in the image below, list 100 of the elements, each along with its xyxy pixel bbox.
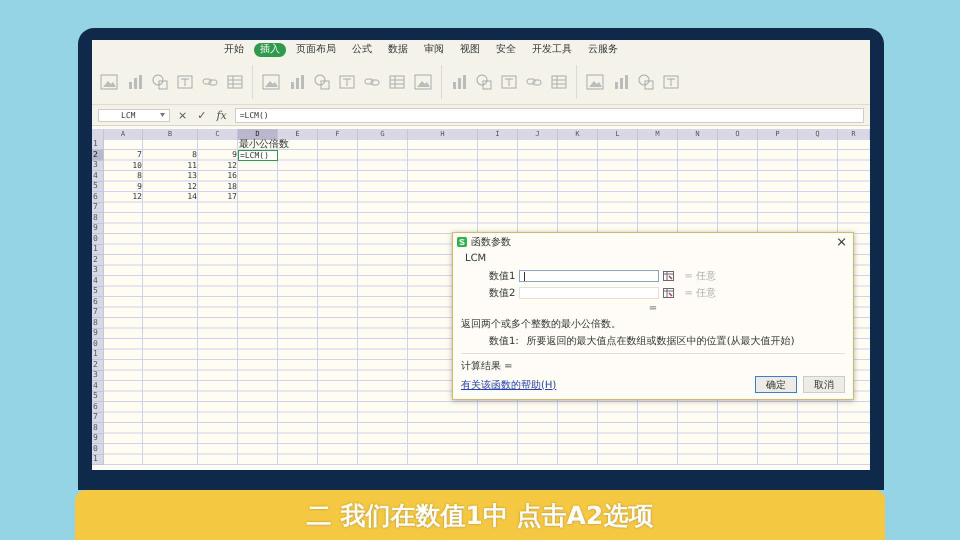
table-cell-text: 8 bbox=[136, 171, 143, 182]
grid-arrow-icon[interactable] bbox=[663, 288, 674, 298]
row-header[interactable]: 0 bbox=[92, 339, 104, 350]
row-header[interactable]: 3 bbox=[92, 266, 104, 276]
table-cell-text: 9 bbox=[231, 150, 238, 160]
result-label: 计算结果 = bbox=[461, 360, 514, 373]
table-cell-text: 16 bbox=[226, 171, 238, 182]
select-all-button[interactable] bbox=[92, 129, 104, 140]
row-header[interactable]: 7 bbox=[92, 308, 104, 318]
table-cell-text: 11 bbox=[186, 160, 198, 171]
menu-tab[interactable]: 视图 bbox=[454, 43, 486, 57]
row-header[interactable]: 0 bbox=[92, 444, 104, 454]
argument-description: 所要返回的最大值点在数组或数据区中的位置(从最大值开始) bbox=[526, 334, 795, 348]
formula-field[interactable]: =LCM() bbox=[234, 108, 864, 122]
result-preview: = bbox=[648, 303, 658, 314]
row-header[interactable]: 4 bbox=[92, 171, 104, 182]
chart-icon[interactable] bbox=[127, 74, 143, 90]
menu-tab[interactable]: 插入 bbox=[254, 43, 286, 57]
chart-icon[interactable] bbox=[613, 74, 629, 90]
row-header[interactable]: 6 bbox=[92, 402, 104, 412]
table-icon[interactable] bbox=[389, 74, 405, 90]
row-header[interactable]: 2 bbox=[92, 255, 104, 266]
row-header[interactable]: 1 bbox=[92, 140, 104, 150]
table-cell-text: 14 bbox=[186, 192, 198, 202]
table-icon[interactable] bbox=[551, 74, 567, 90]
menu-tab[interactable]: 审阅 bbox=[418, 43, 450, 57]
row-header[interactable]: 1 bbox=[92, 454, 104, 465]
argument-label: 数值1: bbox=[489, 335, 519, 348]
shape-icon[interactable] bbox=[152, 74, 168, 90]
app-icon bbox=[457, 237, 467, 247]
cancel-button[interactable]: × bbox=[176, 108, 190, 122]
caret-icon[interactable] bbox=[160, 113, 165, 117]
dialog-title: 函数参数 bbox=[471, 236, 512, 249]
argument-value: = 任意 bbox=[684, 270, 716, 283]
row-header[interactable]: 5 bbox=[92, 392, 104, 402]
close-button[interactable]: × bbox=[834, 236, 849, 248]
table-cell-text: 9 bbox=[136, 182, 143, 192]
text-box-icon[interactable] bbox=[177, 74, 193, 90]
row-header[interactable]: 7 bbox=[92, 412, 104, 423]
picture-icon[interactable] bbox=[262, 74, 280, 90]
menu-tab[interactable]: 公式 bbox=[346, 43, 378, 57]
text-box-icon[interactable] bbox=[663, 74, 679, 90]
picture-icon[interactable] bbox=[586, 74, 604, 90]
text-box-icon[interactable] bbox=[339, 74, 355, 90]
text-box-icon[interactable] bbox=[501, 74, 517, 90]
table-icon[interactable] bbox=[227, 74, 243, 90]
row-header[interactable]: 1 bbox=[92, 350, 104, 360]
argument-label: 数值1 bbox=[489, 270, 516, 283]
insert-function-button[interactable]: fx bbox=[214, 108, 229, 122]
row-header[interactable]: 6 bbox=[92, 192, 104, 202]
row-header[interactable]: 3 bbox=[92, 370, 104, 381]
row-header[interactable]: 8 bbox=[92, 213, 104, 224]
row-header[interactable]: 2 bbox=[92, 150, 104, 160]
table-cell-text: 7 bbox=[136, 150, 143, 160]
shape-icon[interactable] bbox=[638, 74, 654, 90]
row-header[interactable]: 8 bbox=[92, 318, 104, 328]
row-header[interactable]: 6 bbox=[92, 297, 104, 308]
table-cell-text: 13 bbox=[186, 171, 198, 182]
confirm-button[interactable]: ✓ bbox=[195, 108, 208, 122]
row-header[interactable]: 7 bbox=[92, 202, 104, 213]
row-header[interactable]: 9 bbox=[92, 434, 104, 444]
shape-icon[interactable] bbox=[314, 74, 330, 90]
menu-tab[interactable]: 云服务 bbox=[582, 43, 624, 57]
table-cell: =LCM() bbox=[238, 150, 278, 160]
row-header[interactable]: 4 bbox=[92, 276, 104, 286]
subtitle: 二 我们在数值1中 点击A2选项 bbox=[306, 500, 654, 532]
row-header[interactable]: 9 bbox=[92, 328, 104, 339]
menu-tab[interactable]: 开发工具 bbox=[526, 43, 578, 57]
menu-tab[interactable]: 页面布局 bbox=[290, 43, 342, 57]
name-box[interactable]: LCM bbox=[98, 108, 170, 122]
function-name: LCM bbox=[464, 253, 488, 264]
help-link[interactable]: 有关该函数的帮助(H) bbox=[461, 378, 749, 392]
grid-arrow-icon[interactable] bbox=[663, 271, 674, 281]
chart-icon[interactable] bbox=[451, 74, 467, 90]
row-header[interactable]: 3 bbox=[92, 160, 104, 171]
dialog-button[interactable]: 确定 bbox=[755, 376, 797, 393]
picture-icon[interactable] bbox=[414, 74, 432, 90]
table-cell-text: 12 bbox=[186, 182, 198, 192]
picture-icon[interactable] bbox=[100, 74, 118, 90]
dialog-button[interactable]: 取消 bbox=[803, 376, 845, 393]
row-header[interactable]: 4 bbox=[92, 381, 104, 392]
table-cell-text: 8 bbox=[191, 150, 198, 160]
table-cell-text: 10 bbox=[131, 160, 143, 171]
shape-icon[interactable] bbox=[476, 74, 492, 90]
chart-icon[interactable] bbox=[289, 74, 305, 90]
table-cell-text: 12 bbox=[131, 192, 143, 202]
row-header[interactable]: 8 bbox=[92, 423, 104, 434]
row-header[interactable]: 0 bbox=[92, 234, 104, 244]
function-description: 返回两个或多个整数的最小公倍数。 bbox=[461, 318, 622, 331]
row-header[interactable]: 9 bbox=[92, 224, 104, 234]
table-cell-text: 12 bbox=[226, 160, 238, 171]
table-cell: 最小公倍数 bbox=[238, 140, 290, 150]
row-header[interactable]: 2 bbox=[92, 360, 104, 370]
menu-tab[interactable]: 安全 bbox=[490, 43, 522, 57]
menu-tab[interactable]: 数据 bbox=[382, 43, 414, 57]
row-header[interactable]: 5 bbox=[92, 286, 104, 297]
row-header[interactable]: 5 bbox=[92, 182, 104, 192]
row-header[interactable]: 1 bbox=[92, 244, 104, 255]
argument-field[interactable] bbox=[519, 270, 660, 282]
menu-tab[interactable]: 开始 bbox=[218, 43, 250, 57]
